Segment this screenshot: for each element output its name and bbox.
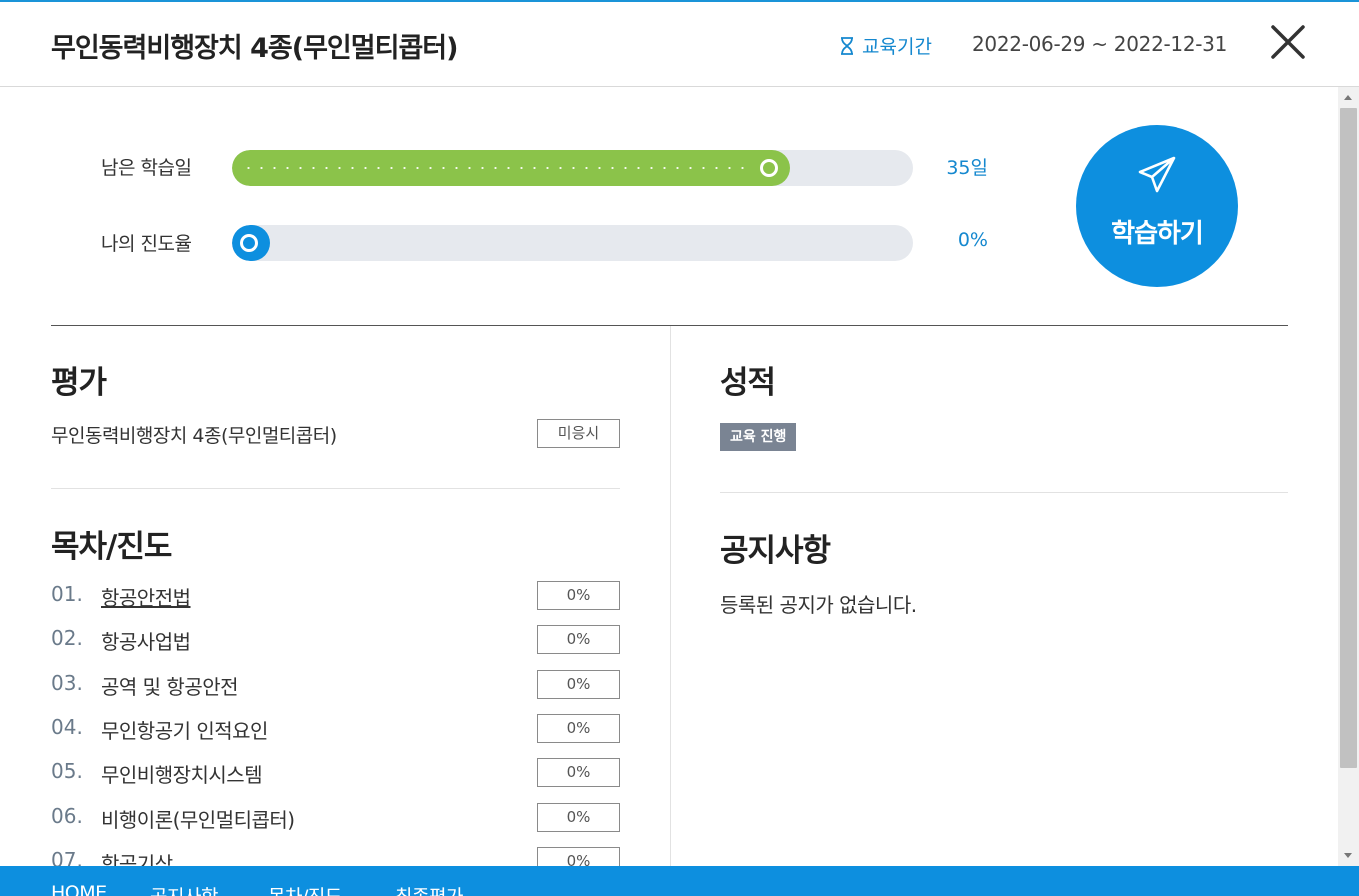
period-label-text: 교육기간 xyxy=(862,36,932,58)
notice-empty-message: 등록된 공지가 없습니다. xyxy=(720,593,917,617)
nav-final-eval[interactable]: 최종평가 xyxy=(395,882,463,896)
course-title: 무인동력비행장치 4종(무인멀티콥터) xyxy=(51,33,458,64)
remaining-days-dots xyxy=(242,167,750,169)
vertical-scrollbar[interactable] xyxy=(1338,87,1359,866)
toc-item-number: 01. xyxy=(51,582,83,606)
education-period-value: 2022-06-29 ~ 2022-12-31 xyxy=(972,32,1228,56)
toc-item-number: 04. xyxy=(51,715,83,739)
toc-item-title[interactable]: 비행이론(무인멀티콥터) xyxy=(101,804,295,833)
close-icon xyxy=(1271,25,1305,59)
nav-home[interactable]: HOME xyxy=(51,882,107,896)
grade-status-badge: 교육 진행 xyxy=(720,423,797,451)
modal-content: 남은 학습일 35일 나의 진도율 0% 학습하기 평가 무인동력비행장치 4종… xyxy=(0,87,1338,866)
toc-item-number: 05. xyxy=(51,759,83,783)
evaluation-title: 평가 xyxy=(51,365,107,401)
hourglass-icon xyxy=(841,36,853,55)
paper-plane-icon xyxy=(1138,156,1176,193)
toc-item-progress: 0% xyxy=(537,625,620,654)
grade-divider xyxy=(720,492,1288,493)
toc-item-title[interactable]: 항공사업법 xyxy=(101,626,191,655)
scroll-down-arrow-icon[interactable] xyxy=(1344,853,1352,858)
close-button[interactable] xyxy=(1268,22,1308,62)
toc-item-progress: 0% xyxy=(537,803,620,832)
study-button[interactable]: 학습하기 xyxy=(1076,125,1238,287)
remaining-days-bar xyxy=(232,150,913,186)
toc-item-number: 03. xyxy=(51,671,83,695)
toc-item-number: 02. xyxy=(51,626,83,650)
evaluation-status-badge[interactable]: 미응시 xyxy=(537,419,620,448)
scroll-up-arrow-icon[interactable] xyxy=(1344,95,1352,100)
toc-item-progress: 0% xyxy=(537,581,620,610)
notice-title: 공지사항 xyxy=(720,533,831,569)
toc-item-title[interactable]: 항공안전법 xyxy=(101,582,191,611)
my-progress-label: 나의 진도율 xyxy=(101,233,192,255)
toc-item-title[interactable]: 공역 및 항공안전 xyxy=(101,671,239,700)
evaluation-item-name: 무인동력비행장치 4종(무인멀티콥터) xyxy=(51,425,337,447)
toc-item-number: 07. xyxy=(51,848,83,866)
toc-item-title[interactable]: 항공기상 xyxy=(101,848,173,866)
education-period-label: 교육기간 xyxy=(838,32,932,59)
evaluation-divider xyxy=(51,488,620,489)
toc-item-number: 06. xyxy=(51,804,83,828)
toc-item-title[interactable]: 무인항공기 인적요인 xyxy=(101,715,268,744)
remaining-days-label: 남은 학습일 xyxy=(101,157,192,179)
toc-item-progress: 0% xyxy=(537,714,620,743)
toc-item-title[interactable]: 무인비행장치시스템 xyxy=(101,759,263,788)
nav-toc[interactable]: 목차/진도 xyxy=(268,882,342,896)
toc-item-progress: 0% xyxy=(537,670,620,699)
nav-notice[interactable]: 공지사항 xyxy=(150,882,218,896)
toc-title: 목차/진도 xyxy=(51,529,172,565)
toc-item-progress: 0% xyxy=(537,847,620,866)
grade-title: 성적 xyxy=(720,365,776,401)
column-divider xyxy=(670,326,671,866)
bottom-nav: HOME 공지사항 목차/진도 최종평가 xyxy=(0,866,1359,896)
study-button-label: 학습하기 xyxy=(1111,219,1204,249)
remaining-days-value: 35일 xyxy=(946,157,988,179)
toc-item-progress: 0% xyxy=(537,758,620,787)
my-progress-knob xyxy=(240,234,258,252)
my-progress-value: 0% xyxy=(957,229,988,251)
scrollbar-thumb[interactable] xyxy=(1340,108,1357,768)
modal-header: 무인동력비행장치 4종(무인멀티콥터) 교육기간 2022-06-29 ~ 20… xyxy=(0,2,1359,87)
my-progress-bar xyxy=(232,225,913,261)
remaining-days-knob xyxy=(760,159,778,177)
